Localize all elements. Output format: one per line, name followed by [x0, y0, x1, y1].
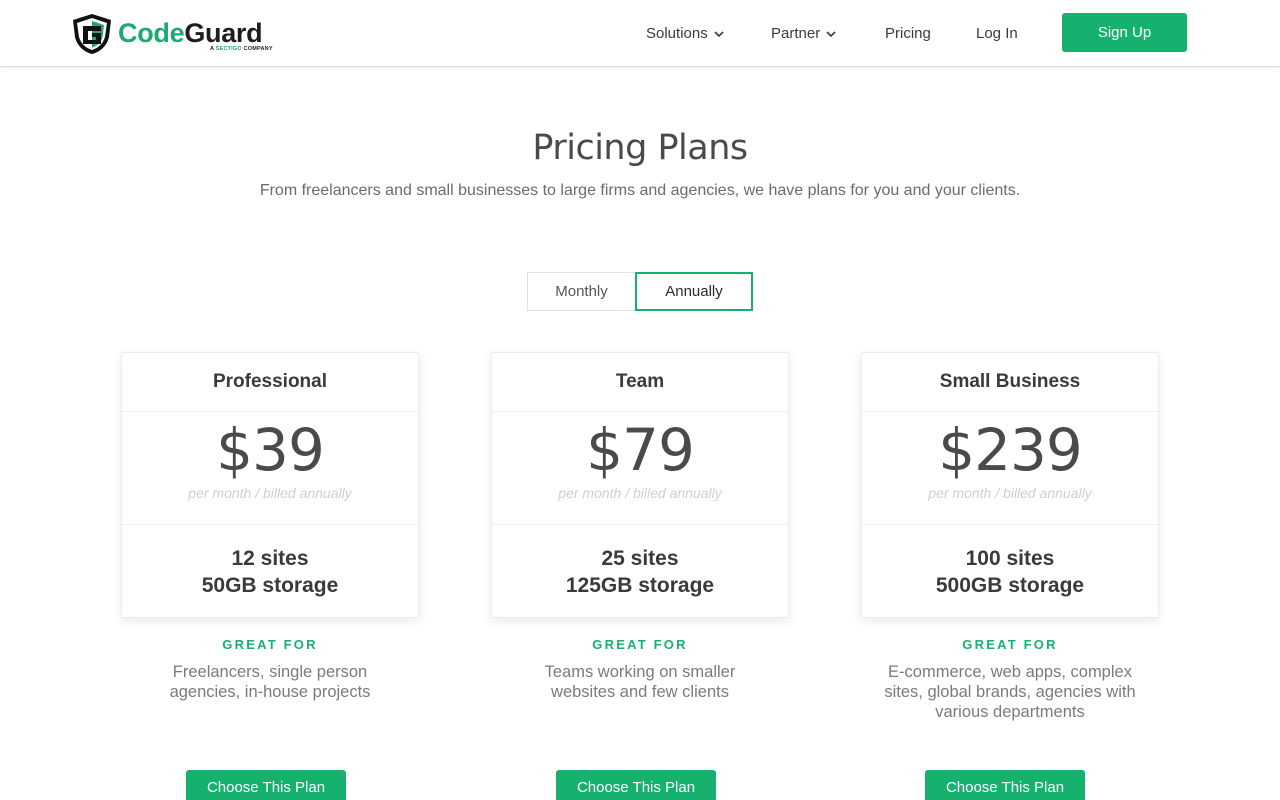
- logo-wordmark: CodeGuard: [118, 18, 263, 49]
- tagline-brand: SECTIGO: [215, 46, 242, 52]
- chevron-down-icon: [714, 30, 724, 37]
- plan-price: $39: [216, 416, 325, 484]
- plan-card-small-business: Small Business $239 per month / billed a…: [861, 352, 1159, 618]
- nav-partner-label: Partner: [771, 25, 821, 42]
- logo-tagline: A SECTIGO COMPANY: [210, 46, 273, 52]
- billing-toggle: Monthly Annually: [527, 272, 753, 311]
- plan-card-professional: Professional $39 per month / billed annu…: [121, 352, 419, 618]
- logo-code-text: Code: [118, 18, 185, 48]
- codeguard-logo[interactable]: CodeGuard A SECTIGO COMPANY: [71, 12, 273, 56]
- shield-logo-icon: [73, 14, 111, 54]
- nav-pricing[interactable]: Pricing: [885, 0, 931, 67]
- plan-billing-note: per month / billed annually: [558, 485, 722, 501]
- plan-name: Professional: [122, 353, 418, 412]
- plan-billing-note: per month / billed annually: [928, 485, 1092, 501]
- nav-solutions[interactable]: Solutions: [646, 0, 724, 67]
- plan-sites: 12 sites: [231, 546, 309, 570]
- nav-partner[interactable]: Partner: [771, 0, 836, 67]
- site-header: CodeGuard A SECTIGO COMPANY Solutions Pa…: [0, 0, 1280, 67]
- toggle-monthly[interactable]: Monthly: [527, 272, 635, 311]
- plan-name: Small Business: [862, 353, 1158, 412]
- great-for-label: GREAT FOR: [962, 637, 1058, 652]
- plan-sites: 100 sites: [965, 546, 1055, 570]
- choose-plan-button[interactable]: Choose This Plan: [186, 770, 346, 800]
- plan-price-block: $239 per month / billed annually: [862, 412, 1158, 525]
- nav-solutions-label: Solutions: [646, 25, 708, 42]
- plan-features: 100 sites 500GB storage: [862, 525, 1158, 618]
- plan-features: 12 sites 50GB storage: [122, 525, 418, 618]
- plan-price: $79: [586, 416, 695, 484]
- plan-price: $239: [938, 416, 1083, 484]
- plan-storage: 50GB storage: [201, 573, 339, 597]
- great-for-label: GREAT FOR: [592, 637, 688, 652]
- plan-price-block: $79 per month / billed annually: [492, 412, 788, 525]
- plan-sites: 25 sites: [601, 546, 679, 570]
- plan-billing-note: per month / billed annually: [188, 485, 352, 501]
- choose-plan-button[interactable]: Choose This Plan: [556, 770, 716, 800]
- plan-price-block: $39 per month / billed annually: [122, 412, 418, 525]
- great-for-label: GREAT FOR: [222, 637, 318, 652]
- logo-guard-text: Guard: [184, 18, 263, 48]
- plan-name: Team: [492, 353, 788, 412]
- tagline-suffix: COMPANY: [241, 46, 273, 52]
- nav-login[interactable]: Log In: [976, 0, 1018, 67]
- page-subtitle: From freelancers and small businesses to…: [259, 182, 1021, 199]
- signup-button[interactable]: Sign Up: [1062, 13, 1187, 52]
- plan-features: 25 sites 125GB storage: [492, 525, 788, 618]
- plan-card-team: Team $79 per month / billed annually 25 …: [491, 352, 789, 618]
- plan-storage: 125GB storage: [565, 573, 715, 597]
- plan-description: Teams working on smaller websites and fe…: [544, 663, 736, 701]
- chevron-down-icon: [826, 30, 836, 37]
- page-title: Pricing Plans: [532, 128, 748, 168]
- plan-description: Freelancers, single person agencies, in-…: [169, 663, 371, 701]
- choose-plan-button[interactable]: Choose This Plan: [925, 770, 1085, 800]
- plan-storage: 500GB storage: [935, 573, 1085, 597]
- plan-description: E-commerce, web apps, complex sites, glo…: [884, 663, 1136, 721]
- toggle-annually[interactable]: Annually: [635, 272, 753, 311]
